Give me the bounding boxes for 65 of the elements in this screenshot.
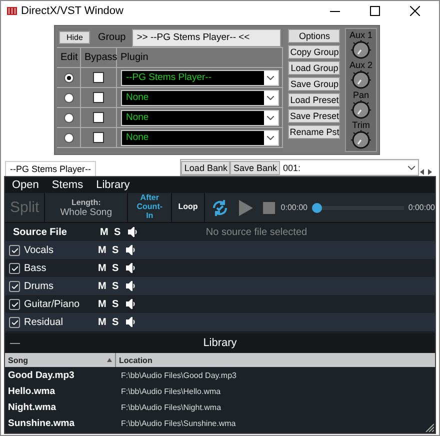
time-end: 0:00:00 (408, 202, 436, 214)
column-header[interactable]: Location (116, 356, 152, 364)
hide-button[interactable]: Hide (59, 31, 90, 44)
window-title: DirectX/VST Window (21, 5, 124, 17)
collapse-button[interactable]: — (5, 338, 25, 348)
mute-button[interactable]: M (98, 280, 112, 292)
plugin-dropdown[interactable]: None (120, 130, 279, 146)
mute-button[interactable]: M (98, 244, 112, 256)
song-cell[interactable]: Hello.wma (5, 386, 121, 396)
stem-name: Bass (24, 262, 48, 274)
plugin-tab[interactable]: --PG Stems Player-- (5, 161, 96, 176)
location-cell: F:\bb\Audio Files\Sunshine.wma (121, 418, 236, 428)
stem-name: Vocals (24, 244, 54, 256)
mute-button[interactable]: M (98, 262, 112, 274)
song-cell[interactable]: Good Day.mp3 (5, 370, 121, 380)
column-header: Plugin (117, 48, 284, 68)
bank-button[interactable]: Load Bank (181, 160, 230, 174)
solo-button[interactable]: S (112, 280, 126, 292)
stem-name: Residual (24, 316, 64, 328)
preset-dropdown[interactable]: 001: (280, 161, 418, 174)
stem-name: Drums (24, 280, 54, 292)
column-header[interactable]: Song (5, 353, 116, 367)
knob-label: Trim (352, 120, 370, 130)
solo-button[interactable]: S (112, 316, 126, 328)
rack-button[interactable]: Options (288, 29, 340, 43)
toggle-button[interactable]: After Count-In (128, 193, 172, 222)
source-file-label: Source File (13, 226, 68, 238)
column-header: Bypass (81, 48, 118, 68)
location-cell: F:\bb\Audio Files\Good Day.mp3 (121, 370, 236, 380)
group-dropdown[interactable]: >> --PG Stems Player-- << (132, 28, 282, 46)
plugin-dropdown[interactable]: --PG Stems Player-- (120, 70, 279, 86)
plugin-dropdown[interactable]: None (120, 90, 279, 106)
stem-name: Guitar/Piano (24, 298, 81, 310)
bank-button[interactable]: Save Bank (230, 160, 280, 174)
length-selector[interactable]: Length: Whole Song (45, 193, 128, 222)
group-label: Group (98, 32, 126, 43)
solo-button[interactable]: S (112, 298, 126, 310)
knob-label: Aux 1 (349, 30, 372, 40)
column-header: Edit (57, 48, 82, 68)
rack-button[interactable]: Save Group (288, 77, 340, 91)
menu-item[interactable]: Open (12, 179, 39, 191)
source-status: No source file selected (204, 226, 308, 238)
menu-item[interactable]: Stems (52, 179, 84, 191)
mute-button[interactable]: M (100, 226, 114, 238)
rack-button[interactable]: Load Group (288, 61, 340, 75)
rack-button[interactable]: Save Preset (288, 109, 340, 123)
menu-item[interactable]: Library (96, 179, 130, 191)
knob-label: Aux 2 (349, 60, 372, 70)
song-cell[interactable]: Sunshine.wma (5, 418, 121, 428)
library-title: Library (202, 337, 238, 349)
solo-button[interactable]: S (112, 262, 126, 274)
time-start: 0:00:00 (280, 202, 308, 214)
rack-button[interactable]: Load Preset (288, 93, 340, 107)
knob-label: Pan (352, 90, 369, 100)
rack-button[interactable]: Copy Group (288, 45, 340, 59)
location-cell: F:\bb\Audio Files\Night.wma (121, 402, 222, 412)
solo-button[interactable]: S (112, 244, 126, 256)
plugin-dropdown[interactable]: None (120, 110, 279, 126)
rack-button[interactable]: Rename Pst (288, 125, 340, 139)
mute-button[interactable]: M (98, 298, 112, 310)
toggle-button[interactable]: Loop (172, 193, 205, 222)
song-cell[interactable]: Night.wma (5, 402, 121, 412)
solo-button[interactable]: S (114, 226, 128, 238)
mute-button[interactable]: M (98, 316, 112, 328)
location-cell: F:\bb\Audio Files\Hello.wma (121, 386, 221, 396)
